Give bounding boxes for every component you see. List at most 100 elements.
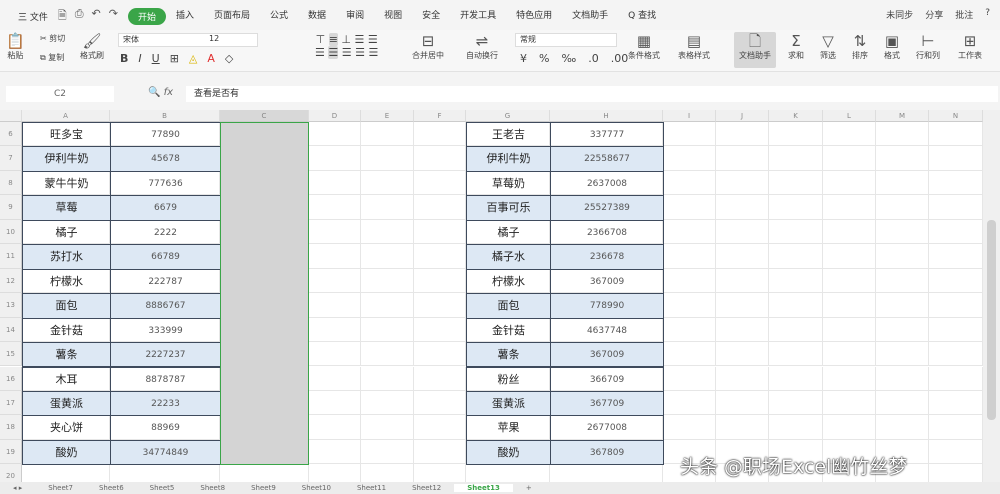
table-cell-name[interactable]: 王老吉 <box>466 122 551 148</box>
column-header[interactable]: L <box>823 110 876 122</box>
fill-color-button[interactable]: ◬ <box>189 52 197 65</box>
number-format-select[interactable]: 常规 <box>515 33 617 47</box>
cell[interactable] <box>309 219 361 245</box>
cell[interactable] <box>929 317 983 343</box>
cell[interactable] <box>361 464 414 482</box>
sheet-tab[interactable]: Sheet7 <box>35 484 86 492</box>
font-size-select[interactable]: 12 <box>205 33 258 47</box>
cell[interactable] <box>929 170 983 196</box>
cell[interactable] <box>929 268 983 294</box>
column-header[interactable]: G <box>466 110 550 122</box>
table-cell-name[interactable]: 薯条 <box>22 342 111 368</box>
row-header[interactable]: 8 <box>0 170 22 196</box>
sheet-tab[interactable]: Sheet12 <box>399 484 454 492</box>
table-cell-name[interactable]: 橘子水 <box>466 244 551 270</box>
table-cell-value[interactable]: 366709 <box>550 366 664 392</box>
cell[interactable] <box>769 146 823 171</box>
table-cell-name[interactable]: 金针菇 <box>22 317 111 344</box>
cell[interactable] <box>309 244 361 269</box>
row-header[interactable]: 13 <box>0 293 22 318</box>
cell[interactable] <box>716 366 769 391</box>
cell[interactable] <box>414 317 466 343</box>
table-cell-name[interactable]: 金针菇 <box>466 317 551 344</box>
save-icon[interactable]: 🗎 <box>58 7 67 26</box>
sum-button[interactable]: Σ 求和 <box>788 32 804 61</box>
cell[interactable] <box>716 415 769 440</box>
table-cell-name[interactable]: 草莓 <box>22 195 111 221</box>
cell[interactable] <box>663 122 716 147</box>
cell[interactable] <box>663 366 716 391</box>
select-all-corner[interactable] <box>0 110 22 122</box>
cell[interactable] <box>414 390 466 416</box>
cell[interactable] <box>663 219 716 245</box>
table-cell-name[interactable]: 百事可乐 <box>466 195 551 221</box>
vertical-scrollbar[interactable] <box>983 110 1000 482</box>
row-col-button[interactable]: ⊢ 行和列 <box>916 32 940 61</box>
cell[interactable] <box>716 390 769 416</box>
cell[interactable] <box>414 439 466 465</box>
cell[interactable] <box>716 146 769 171</box>
table-cell-value[interactable]: 34774849 <box>110 439 221 466</box>
cell[interactable] <box>414 146 466 171</box>
merge-button[interactable]: ⊟ 合并居中 <box>412 32 444 61</box>
cell[interactable] <box>361 170 414 196</box>
cell[interactable] <box>716 342 769 367</box>
sheet-tab[interactable]: Sheet9 <box>238 484 289 492</box>
menu-tab[interactable]: 审阅 <box>336 8 374 25</box>
column-header[interactable]: E <box>361 110 414 122</box>
column-header[interactable]: A <box>22 110 110 122</box>
menu-tab[interactable]: 公式 <box>260 8 298 25</box>
table-cell-value[interactable]: 88969 <box>110 415 221 441</box>
comment-button[interactable]: 批注 <box>955 8 973 21</box>
cell[interactable] <box>716 244 769 269</box>
cell[interactable] <box>309 342 361 367</box>
cell[interactable] <box>929 293 983 318</box>
cell[interactable] <box>663 317 716 343</box>
currency-button[interactable]: ¥ <box>520 52 527 65</box>
cell[interactable] <box>769 122 823 147</box>
table-cell-value[interactable]: 222787 <box>110 268 221 295</box>
cell[interactable] <box>361 317 414 343</box>
zoom-icon[interactable]: 🔍 <box>148 87 160 98</box>
table-cell-value[interactable]: 367009 <box>550 268 664 295</box>
menu-tab[interactable]: 数据 <box>298 8 336 25</box>
table-cell-name[interactable]: 橘子 <box>22 219 111 246</box>
undo-icon[interactable]: ↶ <box>92 7 101 26</box>
table-cell-value[interactable]: 2366708 <box>550 219 664 246</box>
cell[interactable] <box>876 293 929 318</box>
table-cell-value[interactable]: 25527389 <box>550 195 664 221</box>
decimal-decrease-button[interactable]: .00 <box>611 52 629 65</box>
column-header[interactable]: H <box>550 110 663 122</box>
cell[interactable] <box>823 366 876 391</box>
cell[interactable] <box>361 342 414 367</box>
menu-tab[interactable]: 特色应用 <box>506 8 562 25</box>
column-header[interactable]: F <box>414 110 466 122</box>
table-cell-name[interactable]: 木耳 <box>22 366 111 392</box>
table-cell-name[interactable]: 蛋黄派 <box>22 390 111 417</box>
cell[interactable] <box>414 293 466 318</box>
format-button[interactable]: ▣ 格式 <box>884 32 900 61</box>
cell[interactable] <box>550 464 663 482</box>
table-cell-value[interactable]: 236678 <box>550 244 664 270</box>
menu-tab[interactable]: 开发工具 <box>450 8 506 25</box>
row-header[interactable]: 7 <box>0 146 22 171</box>
doc-helper-button[interactable]: 🗋 文档助手 <box>734 32 776 68</box>
cell[interactable] <box>929 195 983 220</box>
cell[interactable] <box>876 122 929 147</box>
cell[interactable] <box>361 390 414 416</box>
cell[interactable] <box>361 219 414 245</box>
cell[interactable] <box>823 342 876 367</box>
cell[interactable] <box>769 195 823 220</box>
cell[interactable] <box>876 170 929 196</box>
cell[interactable] <box>361 293 414 318</box>
cell[interactable] <box>769 293 823 318</box>
sheet-tab[interactable]: Sheet8 <box>187 484 238 492</box>
cell[interactable] <box>876 244 929 269</box>
cell[interactable] <box>716 219 769 245</box>
cell[interactable] <box>663 146 716 171</box>
table-style-button[interactable]: ▤ 表格样式 <box>678 32 710 61</box>
table-cell-value[interactable]: 2227237 <box>110 342 221 368</box>
table-cell-name[interactable]: 伊利牛奶 <box>466 146 551 172</box>
cell[interactable] <box>361 366 414 391</box>
font-color-button[interactable]: A <box>207 52 215 65</box>
